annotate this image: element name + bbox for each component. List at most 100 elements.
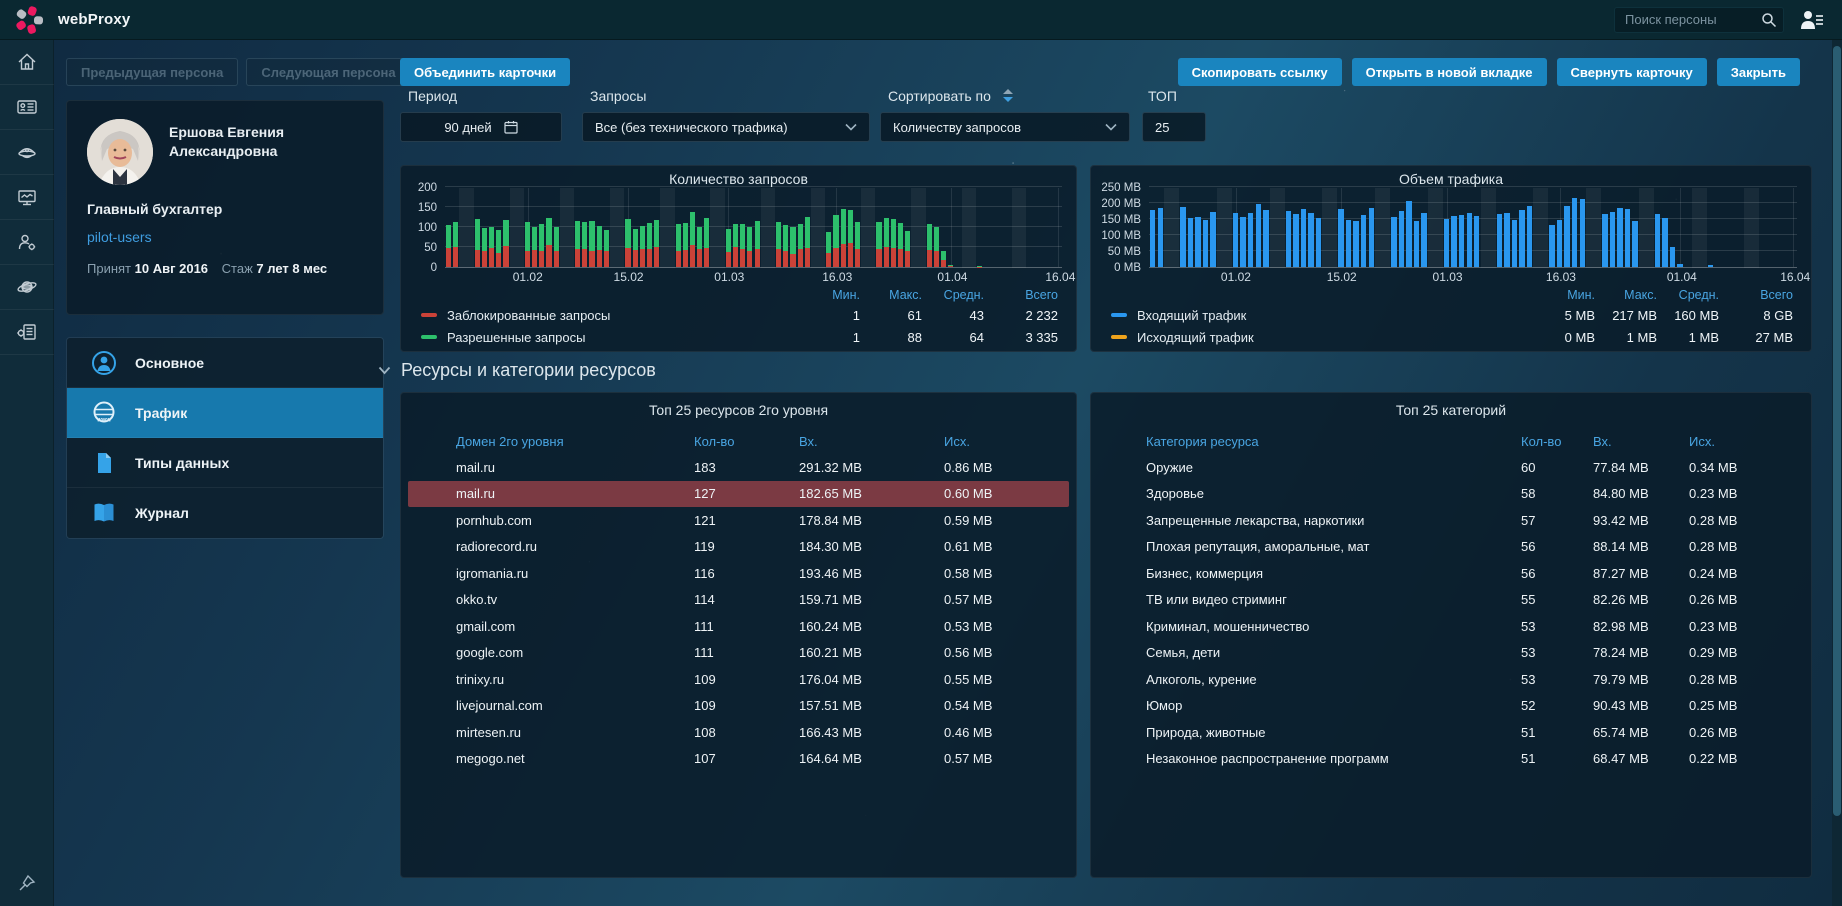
stat-value: 2 232 [984,308,1058,323]
table-cell: 182.65 MB [799,486,944,501]
y-axis-label: 150 [401,202,437,214]
table-row[interactable]: ТВ или видео стриминг5582.26 MB0.26 MB [1098,587,1804,614]
table-cell: Криминал, мошенничество [1146,619,1521,634]
document-gear-icon[interactable] [0,310,54,355]
menu-item-tipy-dannyh[interactable]: Типы данных [67,438,383,488]
open-new-tab-button[interactable]: Открыть в новой вкладке [1352,58,1547,86]
table-row[interactable]: gmail.com111160.24 MB0.53 MB [408,613,1069,640]
table-row[interactable]: igromania.ru116193.46 MB0.58 MB [408,560,1069,587]
table-row[interactable]: mail.ru183291.32 MB0.86 MB [408,454,1069,481]
copy-link-button[interactable]: Скопировать ссылку [1178,58,1342,86]
weekend-stripe [710,188,724,268]
table-cell: 93.42 MB [1593,513,1689,528]
column-header[interactable]: Домен 2го уровня [456,434,694,449]
next-person-button[interactable]: Следующая персона [246,58,410,86]
table-cell: 0.46 MB [944,725,1069,740]
column-header[interactable]: Кол-во [694,434,799,449]
table-row[interactable]: megogo.net107164.64 MB0.57 MB [408,746,1069,773]
sort-select[interactable]: Количеству запросов [880,112,1130,142]
table-cell: megogo.net [456,751,694,766]
legend-marker [1111,335,1127,339]
monitor-chart-icon[interactable] [0,175,54,220]
table-row[interactable]: Криминал, мошенничество5382.98 MB0.23 MB [1098,613,1804,640]
table-cell: 176.04 MB [799,672,944,687]
close-card-button[interactable]: Закрыть [1717,58,1800,86]
table-row[interactable]: trinixy.ru109176.04 MB0.55 MB [408,666,1069,693]
column-header[interactable]: Исх. [1689,434,1811,449]
table-row[interactable]: mail.ru127182.65 MB0.60 MB [408,481,1069,508]
prev-person-button[interactable]: Предыдущая персона [66,58,238,86]
y-axis-label: 100 MB [1091,230,1141,242]
weekend-stripe [610,188,624,268]
table-cell: 0.61 MB [944,539,1069,554]
table-row[interactable]: Оружие6077.84 MB0.34 MB [1098,454,1804,481]
chart-bar [1308,213,1313,267]
column-header[interactable]: Кол-во [1521,434,1593,449]
table-row[interactable]: Семья, дети5378.24 MB0.29 MB [1098,640,1804,667]
chart-bar [582,222,587,267]
police-cap-icon[interactable] [0,130,54,175]
requests-select[interactable]: Все (без технического трафика) [582,112,870,142]
person-gear-icon[interactable] [0,220,54,265]
merge-cards-button[interactable]: Объединить карточки [400,58,570,86]
column-header[interactable]: Вх. [1593,434,1689,449]
x-axis-label: 16.04 [1045,270,1075,284]
column-header[interactable]: Исх. [944,434,1076,449]
table-row[interactable]: mirtesen.ru108166.43 MB0.46 MB [408,719,1069,746]
table-row[interactable]: Незаконное распространение программ5168.… [1098,746,1804,773]
table-row[interactable]: pornhub.com121178.84 MB0.59 MB [408,507,1069,534]
person-group-link[interactable]: pilot-users [87,229,363,245]
stat-value: 3 335 [984,330,1058,345]
search-input[interactable] [1614,7,1784,33]
top-count-input[interactable]: 25 [1142,112,1206,142]
table-row[interactable]: livejournal.com109157.51 MB0.54 MB [408,693,1069,720]
column-header[interactable]: Категория ресурса [1146,434,1521,449]
table-row[interactable]: Запрещенные лекарства, наркотики5793.42 … [1098,507,1804,534]
table-row[interactable]: Здоровье5884.80 MB0.23 MB [1098,481,1804,508]
stats-header-row: Мин.Макс.Средн.Всего [421,286,1058,304]
table-row[interactable]: okko.tv114159.71 MB0.57 MB [408,587,1069,614]
period-picker[interactable]: 90 дней [400,112,562,142]
chart-bar [1240,217,1245,267]
table-row[interactable]: Бизнес, коммерция5687.27 MB0.24 MB [1098,560,1804,587]
column-header[interactable]: Вх. [799,434,944,449]
resources-section-header[interactable]: Ресурсы и категории ресурсов [378,360,656,381]
table-cell: 51 [1521,725,1593,740]
page-scrollbar[interactable] [1832,40,1842,906]
table-cell: 0.23 MB [1689,486,1804,501]
pin-icon[interactable] [0,868,54,898]
table-row[interactable]: google.com111160.21 MB0.56 MB [408,640,1069,667]
y-axis-label: 150 MB [1091,214,1141,226]
user-menu-icon[interactable] [1800,9,1824,31]
table-cell: 56 [1521,566,1593,581]
table-row[interactable]: Алкоголь, курение5379.79 MB0.28 MB [1098,666,1804,693]
table-row[interactable]: Плохая репутация, аморальные, мат5688.14… [1098,534,1804,561]
scrollbar-thumb[interactable] [1833,46,1841,816]
table-cell: Плохая репутация, аморальные, мат [1146,539,1521,554]
weekend-stripe [1428,188,1443,268]
sort-direction-icon[interactable] [1003,89,1013,102]
chart-bar [1504,213,1509,267]
table-row[interactable]: Природа, животные5165.74 MB0.26 MB [1098,719,1804,746]
table-row[interactable]: Юмор5290.43 MB0.25 MB [1098,693,1804,720]
search-icon[interactable] [1761,12,1777,28]
app-title: webProxy [58,11,130,28]
stat-value: 217 MB [1595,308,1657,323]
table-cell: 291.32 MB [799,460,944,475]
chart-bar [503,220,508,267]
chart-bar [927,224,932,267]
menu-item-trafik[interactable]: www Трафик [67,388,383,438]
home-icon[interactable] [0,40,54,85]
book-icon [91,500,117,526]
collapse-card-button[interactable]: Свернуть карточку [1557,58,1707,86]
chart-bar [848,210,853,267]
menu-item-zhurnal[interactable]: Журнал [67,488,383,538]
stats-header: Средн. [1657,288,1719,302]
table-row[interactable]: radiorecord.ru119184.30 MB0.61 MB [408,534,1069,561]
chart-bar [1286,211,1291,267]
chart-title: Количество запросов [401,171,1076,187]
globe-orbit-icon[interactable] [0,265,54,310]
top-label: ТОП [1148,88,1177,104]
menu-item-osnovnoe[interactable]: Основное [67,338,383,388]
id-card-icon[interactable] [0,85,54,130]
